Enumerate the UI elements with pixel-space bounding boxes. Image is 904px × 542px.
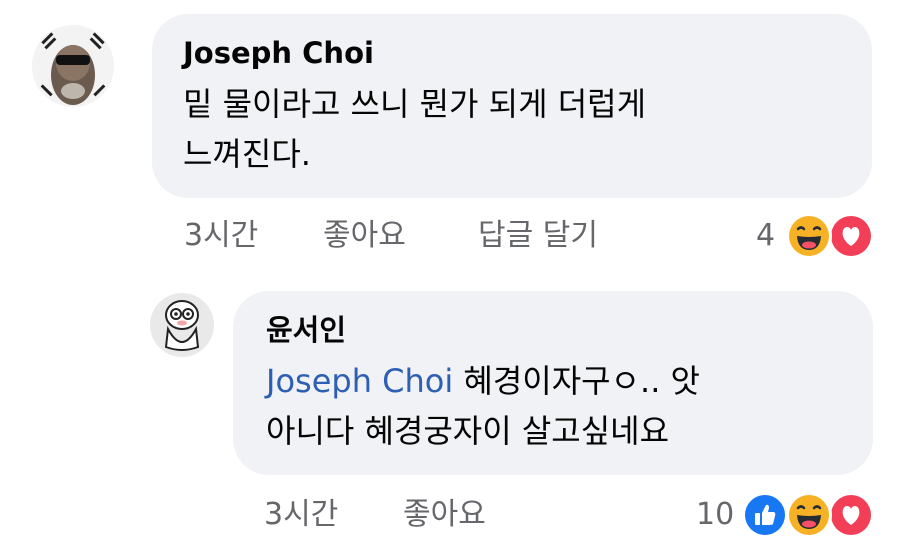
comment-timestamp[interactable]: 3시간 xyxy=(184,218,258,254)
avatar[interactable] xyxy=(150,293,214,357)
like-action-button[interactable]: 좋아요 xyxy=(403,497,486,533)
comment-text: 밑 물이라고 쓰니 뭔가 되게 더럽게 느껴진다. xyxy=(183,79,646,179)
comment-text-line: Joseph Choi 혜경이자구ㅇ.. 앗 xyxy=(266,356,700,406)
comment-text-line: 밑 물이라고 쓰니 뭔가 되게 더럽게 xyxy=(183,85,647,123)
comment-text-segment: 혜경이자구ㅇ.. 앗 xyxy=(453,362,701,400)
comment-text-line: 아니다 혜경궁자이 살고싶네요 xyxy=(266,412,670,450)
like-action-button[interactable]: 좋아요 xyxy=(323,218,406,254)
user-photo-icon xyxy=(32,25,114,107)
cartoon-avatar-icon xyxy=(150,293,214,357)
love-icon[interactable] xyxy=(828,213,874,259)
comment-timestamp[interactable]: 3시간 xyxy=(264,497,338,533)
comment-author[interactable]: 윤서인 xyxy=(266,313,346,347)
comment-text-line: 느껴진다. xyxy=(183,135,311,173)
reply-action-button[interactable]: 답글 달기 xyxy=(478,218,598,254)
comment-author[interactable]: Joseph Choi xyxy=(183,36,374,70)
love-icon[interactable] xyxy=(828,492,874,538)
reaction-count[interactable]: 10 xyxy=(696,497,734,533)
like-icon[interactable] xyxy=(742,492,788,538)
avatar[interactable] xyxy=(32,25,114,107)
haha-icon[interactable] xyxy=(786,213,832,259)
comment-text: Joseph Choi 혜경이자구ㅇ.. 앗 아니다 혜경궁자이 살고싶네요 xyxy=(266,356,700,456)
mention-link[interactable]: Joseph Choi xyxy=(266,362,453,400)
haha-icon[interactable] xyxy=(786,492,832,538)
reaction-count[interactable]: 4 xyxy=(756,218,775,254)
